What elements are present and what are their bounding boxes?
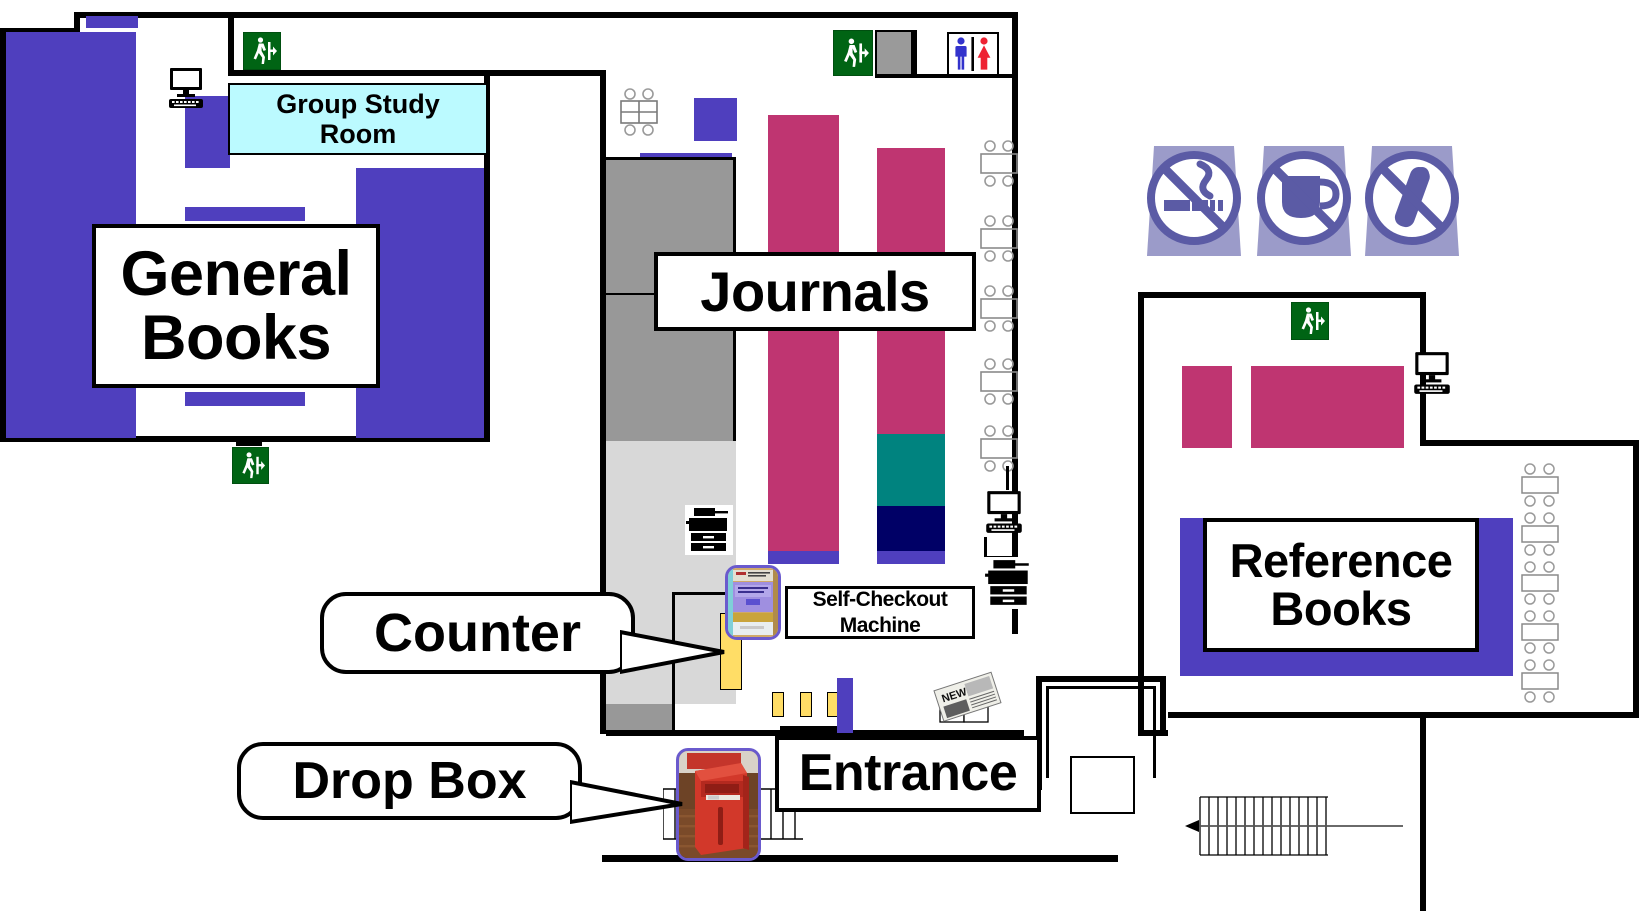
- shelf-journals-navy: [877, 506, 945, 551]
- label-reference-books-text: Reference Books: [1229, 534, 1453, 635]
- zone-group-study-room[interactable]: Group Study Room: [228, 83, 488, 155]
- label-self-checkout-text: Self-Checkout Machine: [812, 588, 948, 637]
- entrance-gate-post: [837, 678, 853, 733]
- reading-table-reference-2: [1516, 512, 1564, 556]
- shelf-journals-footer-1: [768, 551, 839, 564]
- exit-door-marker-east: [1296, 294, 1322, 298]
- vestibule-inner-outline-left: [1046, 686, 1049, 778]
- right-wing-wall-left-bottom: [1138, 730, 1168, 736]
- stairs-icon: [1183, 790, 1413, 862]
- study-table-set-north: [617, 88, 661, 136]
- label-group-study-room: Group Study Room: [276, 88, 440, 149]
- vestibule-wall-right: [1160, 676, 1166, 736]
- label-general-books-text: General Books: [120, 238, 352, 373]
- opac-nook-wall-top: [1006, 466, 1009, 490]
- shelf-journals-col-1: [768, 115, 839, 551]
- shelf-general-books-top-small: [86, 16, 138, 28]
- shelf-reference-pink-1: [1182, 366, 1232, 448]
- reading-table-reference-1: [1516, 463, 1564, 507]
- library-floor-plan: General Books Group Study Room Journals …: [0, 0, 1639, 911]
- callout-drop-box[interactable]: Drop Box: [237, 742, 582, 820]
- fire-exit-icon-east: [1291, 302, 1329, 340]
- shelf-journals-teal: [877, 434, 945, 506]
- exit-door-marker-north: [845, 14, 875, 18]
- entrance-wall-lower-left: [606, 730, 776, 736]
- exit-door-marker-south-west: [236, 442, 262, 446]
- right-wing-door-gap: [1186, 708, 1214, 712]
- entrance-threshold: [780, 726, 840, 730]
- left-wing-wall-top-right: [228, 12, 234, 76]
- vestibule-wall-top: [1036, 676, 1166, 682]
- leader-line-drop-box: [570, 780, 690, 824]
- computer-workstation-icon-reference[interactable]: [1410, 350, 1454, 396]
- elevator-icon: [875, 30, 913, 78]
- right-wing-wall-left: [1138, 292, 1144, 736]
- shelf-journals-footer-2: [877, 551, 945, 564]
- reading-table-journals-2: [976, 215, 1022, 263]
- no-smoking-icon: [1142, 140, 1246, 262]
- leader-line-counter: [620, 630, 740, 674]
- right-wing-wall-south-divider: [1420, 718, 1426, 911]
- right-wing-wall-top: [1138, 292, 1426, 298]
- staff-room-outline-top: [606, 157, 736, 160]
- label-entrance-text: Entrance: [798, 744, 1018, 803]
- toilet-room-wall-left: [913, 30, 917, 78]
- newspaper-rack-icon: NEWS: [930, 668, 1010, 730]
- callout-drop-box-text: Drop Box: [292, 752, 527, 810]
- vestibule-door-leaf: [1070, 756, 1135, 814]
- reading-table-reference-4: [1516, 610, 1564, 654]
- fire-exit-icon-north-west: [243, 32, 281, 70]
- shelf-reference-pink-2: [1251, 366, 1404, 448]
- fire-exit-icon-south-west: [232, 447, 269, 484]
- label-general-books: General Books: [92, 224, 380, 388]
- callout-counter[interactable]: Counter: [320, 592, 635, 674]
- label-entrance: Entrance: [775, 736, 1041, 812]
- shelf-general-books-center-bottom: [185, 392, 305, 406]
- left-wing-wall-upper-right: [228, 70, 606, 76]
- label-self-checkout-machine: Self-Checkout Machine: [785, 586, 975, 639]
- label-journals: Journals: [654, 252, 976, 331]
- computer-workstation-icon-opac[interactable]: [982, 489, 1026, 535]
- reading-table-journals-4: [976, 358, 1022, 406]
- no-mobile-phone-icon: [1360, 140, 1464, 262]
- fire-exit-icon-north: [833, 30, 873, 76]
- self-checkout-machine-photo[interactable]: [725, 565, 781, 640]
- no-drinks-icon: [1252, 140, 1356, 262]
- printer-icon-hall[interactable]: [685, 505, 733, 555]
- callout-counter-text: Counter: [374, 603, 581, 663]
- right-wing-wall-step: [1420, 440, 1639, 446]
- reading-table-journals-5: [976, 425, 1022, 473]
- shelf-general-books-center-top: [185, 207, 305, 221]
- central-wall-top: [228, 12, 1018, 18]
- label-journals-text: Journals: [700, 259, 930, 323]
- reading-table-journals-1: [976, 140, 1022, 188]
- reading-table-reference-3: [1516, 561, 1564, 605]
- label-reference-books: Reference Books: [1203, 518, 1479, 652]
- right-wing-wall-bottom: [1168, 712, 1639, 718]
- reading-table-journals-3: [976, 285, 1022, 333]
- floor-marker-2: [800, 692, 812, 717]
- shelf-blue-north-central: [694, 98, 737, 141]
- computer-workstation-icon-general[interactable]: [166, 66, 206, 110]
- printer-icon-opac[interactable]: [984, 557, 1034, 609]
- floor-marker-1: [772, 692, 784, 717]
- right-wing-wall-right: [1633, 440, 1639, 718]
- restroom-sign-icon: [947, 32, 999, 76]
- reading-table-reference-5: [1516, 659, 1564, 703]
